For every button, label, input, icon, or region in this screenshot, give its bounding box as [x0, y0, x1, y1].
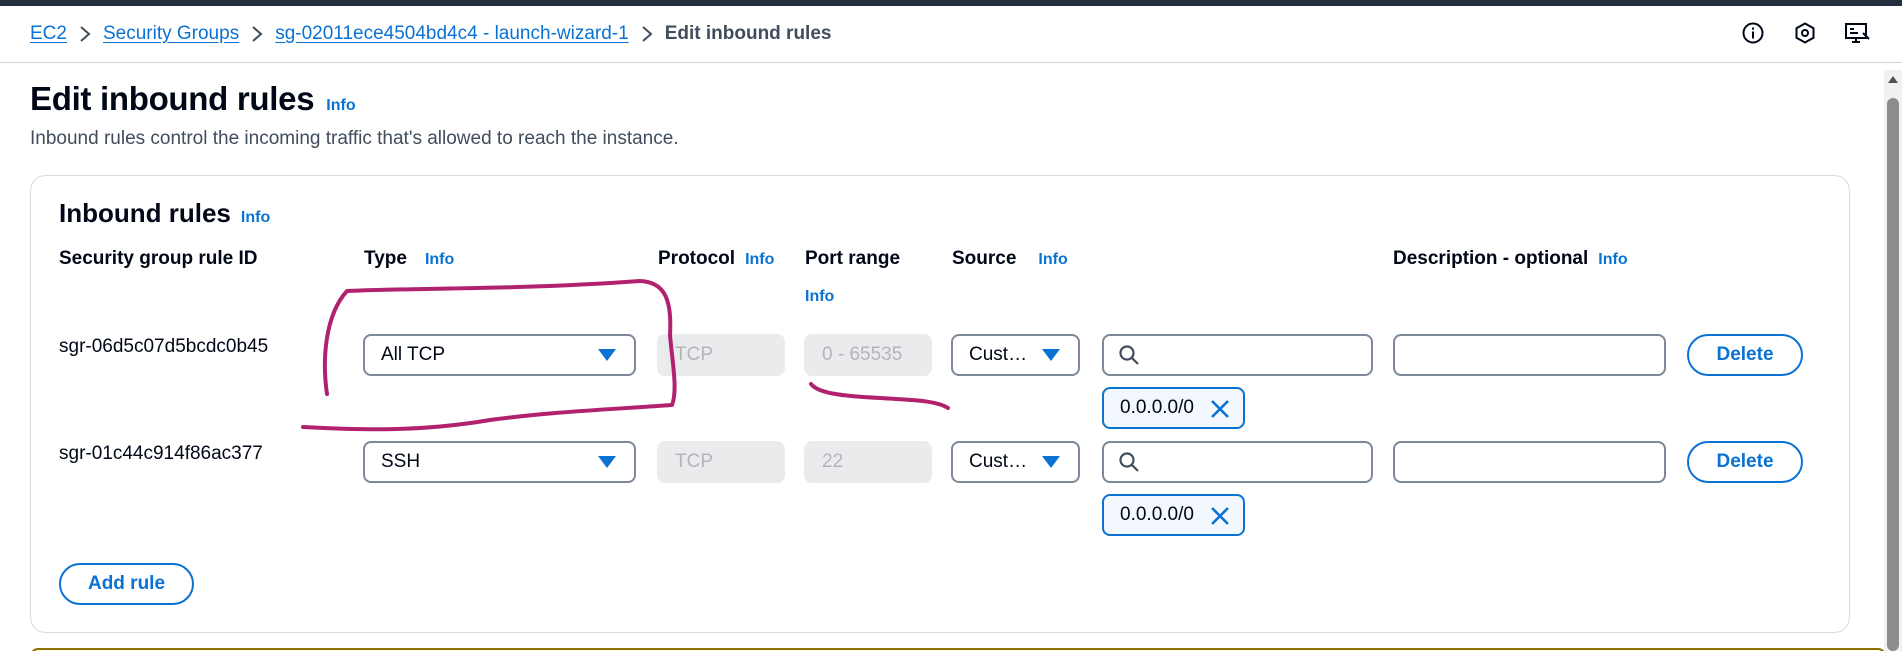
type-select[interactable]: All TCP [363, 334, 636, 376]
column-header-label: Type [364, 248, 407, 269]
screen-share-icon[interactable] [1844, 20, 1870, 46]
close-icon[interactable] [1209, 398, 1231, 420]
source-search-input[interactable] [1102, 441, 1373, 483]
chevron-right-icon [629, 22, 665, 46]
breadcrumb-current: Edit inbound rules [664, 23, 832, 44]
source-info-link[interactable]: Info [1038, 251, 1067, 269]
header-tools [1740, 20, 1870, 46]
caret-down-icon [598, 456, 616, 468]
column-header-rule-id: Security group rule ID [59, 248, 257, 270]
rule-id: sgr-06d5c07d5bcdc0b45 [59, 336, 269, 357]
info-circle-icon[interactable] [1740, 20, 1766, 46]
search-icon [1119, 345, 1139, 365]
page-title: Edit inbound rules [30, 80, 315, 117]
column-header-label: Source [952, 248, 1017, 269]
column-header-type: Type Info [364, 248, 454, 270]
type-select-value: SSH [381, 451, 421, 472]
protocol-info-link[interactable]: Info [745, 251, 774, 269]
container-header: Inbound rules Info [59, 198, 270, 229]
type-select[interactable]: SSH [363, 441, 636, 483]
chevron-right-icon [67, 22, 103, 46]
delete-button[interactable]: Delete [1687, 441, 1803, 483]
container-title: Inbound rules [59, 198, 231, 228]
page-header: Edit inbound rules Info [30, 80, 356, 118]
inbound-rules-container: Inbound rules Info Security group rule I… [30, 175, 1850, 633]
page-info-link[interactable]: Info [326, 97, 355, 115]
page-description: Inbound rules control the incoming traff… [30, 128, 679, 149]
cidr-token: 0.0.0.0/0 [1102, 387, 1245, 429]
column-header-protocol: Protocol Info [658, 248, 774, 270]
top-navigation-bar [0, 0, 1902, 6]
breadcrumb: EC2 Security Groups sg-02011ece4504bd4c4… [30, 22, 831, 46]
column-header-label: Protocol [658, 248, 736, 269]
header-divider [0, 62, 1902, 63]
column-header-label: Port range [805, 248, 901, 269]
breadcrumb-security-group[interactable]: sg-02011ece4504bd4c4 - launch-wizard-1 [275, 23, 629, 45]
breadcrumb-ec2[interactable]: EC2 [30, 23, 67, 45]
vertical-scrollbar[interactable] [1884, 70, 1902, 651]
source-search-input[interactable] [1102, 334, 1373, 376]
scroll-up-arrow-icon[interactable] [1888, 76, 1898, 83]
column-header-source: Source Info [952, 248, 1068, 270]
cidr-token: 0.0.0.0/0 [1102, 494, 1245, 536]
cidr-token-label: 0.0.0.0/0 [1120, 397, 1194, 418]
inbound-rules-info-link[interactable]: Info [241, 209, 270, 227]
feedback-hexagon-icon[interactable] [1792, 20, 1818, 46]
port-range-info: Info [805, 288, 834, 306]
rule-id: sgr-01c44c914f86ac377 [59, 443, 263, 464]
column-header-description: Description - optional Info [1393, 248, 1628, 270]
source-select[interactable]: Cust… [951, 441, 1080, 483]
column-header-label: Security group rule ID [59, 248, 258, 269]
column-header-port-range: Port range [805, 248, 900, 270]
cidr-token-label: 0.0.0.0/0 [1120, 504, 1194, 525]
source-select-value: Cust… [969, 451, 1028, 472]
description-input[interactable] [1393, 441, 1666, 483]
breadcrumb-security-groups[interactable]: Security Groups [103, 23, 239, 45]
column-header-label: Description - optional [1393, 248, 1589, 269]
protocol-field: TCP [657, 334, 785, 376]
port-range-field: 22 [804, 441, 932, 483]
search-icon [1119, 452, 1139, 472]
close-icon[interactable] [1209, 505, 1231, 527]
source-select-value: Cust… [969, 344, 1028, 365]
description-info-link[interactable]: Info [1598, 251, 1627, 269]
chevron-right-icon [239, 22, 275, 46]
port-range-info-link[interactable]: Info [805, 288, 834, 306]
add-rule-button[interactable]: Add rule [59, 563, 194, 605]
description-input[interactable] [1393, 334, 1666, 376]
delete-button[interactable]: Delete [1687, 334, 1803, 376]
caret-down-icon [1042, 349, 1060, 361]
caret-down-icon [1042, 456, 1060, 468]
type-info-link[interactable]: Info [425, 251, 454, 269]
protocol-field: TCP [657, 441, 785, 483]
type-select-value: All TCP [381, 344, 446, 365]
port-range-field: 0 - 65535 [804, 334, 932, 376]
scrollbar-thumb[interactable] [1887, 98, 1899, 651]
source-select[interactable]: Cust… [951, 334, 1080, 376]
caret-down-icon [598, 349, 616, 361]
